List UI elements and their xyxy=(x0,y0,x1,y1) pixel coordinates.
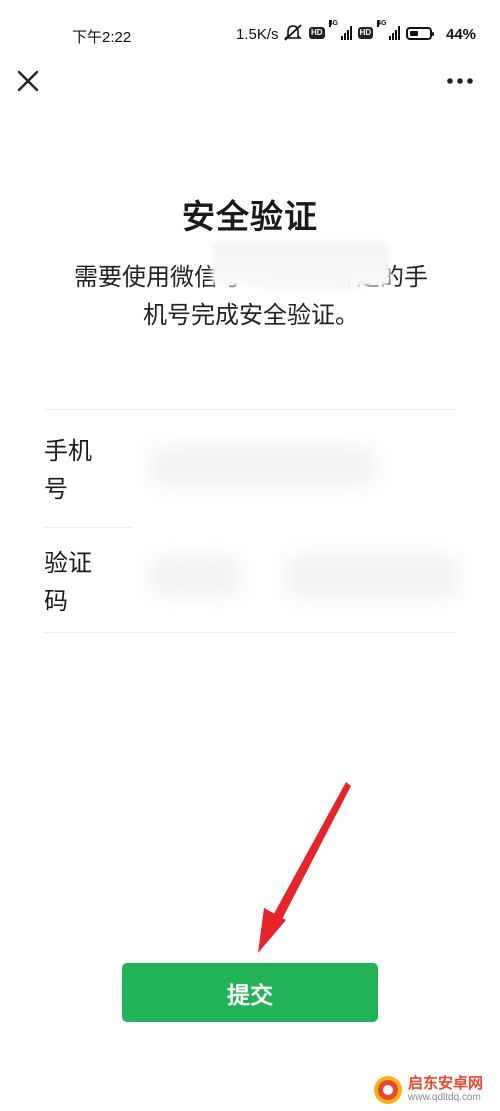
watermark-logo-icon xyxy=(374,1076,402,1104)
signal-icon-2: 4G xyxy=(377,20,401,40)
close-icon xyxy=(17,70,39,92)
form-top-divider xyxy=(44,409,456,410)
network-speed: 1.5K/s xyxy=(236,26,279,43)
description-suffix: 机号完成安全验证。 xyxy=(143,301,359,329)
status-bar: 下午2:22 1.5K/s HD 4G HD 4G 44% xyxy=(0,0,500,64)
close-button[interactable] xyxy=(12,64,44,96)
mute-icon xyxy=(284,24,302,41)
more-button[interactable] xyxy=(442,64,482,96)
hd-icon: HD xyxy=(309,27,325,39)
battery-icon xyxy=(406,26,435,40)
phone-label: 手机 号 xyxy=(44,432,92,508)
code-label-line2: 码 xyxy=(44,587,68,615)
get-code-button[interactable] xyxy=(286,554,458,598)
phone-label-line2: 号 xyxy=(44,475,68,503)
more-horizontal-icon xyxy=(447,78,473,84)
phone-label-line1: 手机 xyxy=(44,437,92,465)
battery-percent: 44% xyxy=(446,26,477,43)
signal-icon: 4G xyxy=(328,20,352,40)
watermark-url: www.qdltdq.com xyxy=(408,1092,481,1103)
watermark-name: 启东安卓网 xyxy=(408,1074,484,1092)
battery-fill xyxy=(410,30,419,36)
redaction-block-2 xyxy=(260,268,360,290)
code-label-line1: 验证 xyxy=(44,549,92,577)
status-time: 下午2:22 xyxy=(72,29,132,46)
network-type: 4G xyxy=(328,20,338,27)
network-type-2: 4G xyxy=(377,20,387,27)
phone-row-divider xyxy=(44,527,132,528)
site-watermark: 启东安卓网 www.qdltdq.com xyxy=(372,1074,496,1106)
status-icons: HD 4G HD 4G xyxy=(283,20,435,44)
hd-icon-2: HD xyxy=(357,27,374,39)
code-label: 验证 码 xyxy=(44,544,92,620)
form-bottom-divider xyxy=(44,632,456,633)
verification-code-field[interactable] xyxy=(150,556,240,596)
phone-number-field[interactable] xyxy=(150,446,375,486)
page-title: 安全验证 xyxy=(182,197,318,236)
submit-button[interactable]: 提交 xyxy=(122,963,378,1022)
